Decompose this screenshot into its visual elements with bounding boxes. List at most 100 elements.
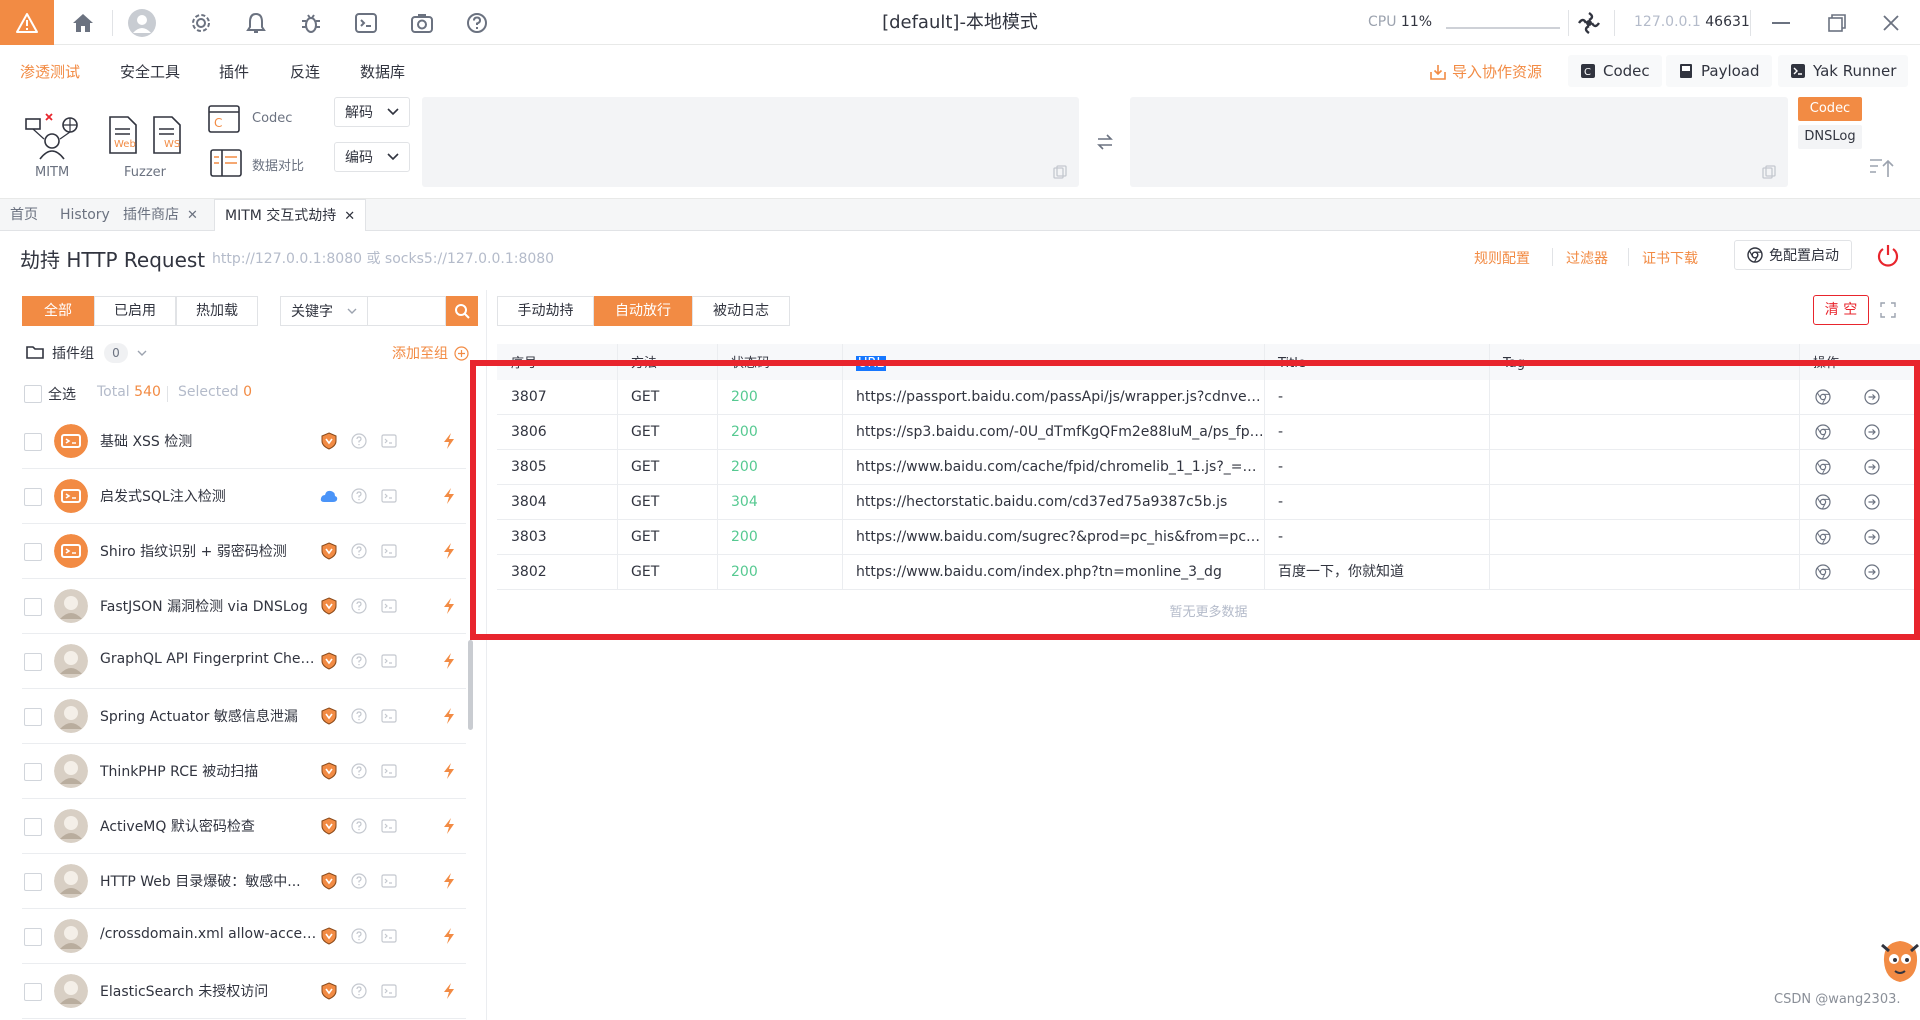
terminal-icon[interactable] [380,652,398,670]
plugin-item[interactable]: 启发式SQL注入检测 [22,469,466,524]
plugin-item[interactable]: Shiro 指纹识别 + 弱密码检测 [22,524,466,579]
chrome-icon[interactable] [1815,459,1831,475]
plugin-checkbox[interactable] [24,873,42,891]
help-icon[interactable] [350,432,368,450]
filter-hot-reload[interactable]: 热加载 [176,296,258,326]
engine-icon[interactable] [1576,0,1602,45]
plugin-item[interactable]: ActiveMQ 默认密码检查 [22,799,466,854]
help-icon[interactable] [350,597,368,615]
plugin-item[interactable]: 基础 XSS 检测 [22,414,466,469]
plugin-item[interactable]: HTTP Web 目录爆破：敏感中... [22,854,466,909]
lightning-icon[interactable] [440,542,458,560]
help-icon[interactable] [350,927,368,945]
swap-icon[interactable] [1096,133,1114,151]
codec-tool-label[interactable]: Codec [252,111,292,126]
arrow-right-circle-icon[interactable] [1864,389,1880,405]
search-input[interactable] [368,296,446,326]
filter-link[interactable]: 过滤器 [1566,248,1608,268]
plugin-item[interactable]: Spring Actuator 敏感信息泄漏 [22,689,466,744]
rule-config-link[interactable]: 规则配置 [1474,248,1530,268]
dnslog-side-button[interactable]: DNSLog [1798,125,1862,149]
lightning-icon[interactable] [440,707,458,725]
help-icon[interactable] [350,817,368,835]
import-collab-button[interactable]: 导入协作资源 [1430,61,1542,82]
restore-icon[interactable] [1822,0,1852,45]
tab-mitm[interactable]: MITM 交互式劫持 ✕ [214,199,367,231]
codec-tool-icon[interactable]: C [208,105,240,135]
help-icon[interactable] [350,762,368,780]
plugin-checkbox[interactable] [24,598,42,616]
terminal-icon[interactable] [380,432,398,450]
chevron-down-icon[interactable] [137,350,147,356]
lightning-icon[interactable] [440,817,458,835]
filter-enabled[interactable]: 已启用 [94,296,176,326]
menu-security-tools[interactable]: 安全工具 [120,61,180,82]
help-icon[interactable] [350,872,368,890]
col-method[interactable]: 方法 [617,344,717,380]
col-tag[interactable]: Tag [1489,344,1799,380]
menu-reverse[interactable]: 反连 [290,61,320,82]
terminal-icon[interactable] [380,817,398,835]
table-row[interactable]: 3804 GET 304 https://hectorstatic.baidu.com… [497,485,1920,520]
chrome-icon[interactable] [1815,494,1831,510]
subtab-passive-log[interactable]: 被动日志 [692,296,790,326]
table-row[interactable]: 3802 GET 200 https://www.baidu.com/index.ph… [497,555,1920,590]
warning-icon[interactable] [0,0,54,45]
plugin-item[interactable]: ElasticSearch 未授权访问 [22,964,466,1019]
menu-database[interactable]: 数据库 [360,61,405,82]
no-config-start-button[interactable]: 免配置启动 [1734,240,1852,270]
arrow-right-circle-icon[interactable] [1864,494,1880,510]
col-title[interactable]: Title [1264,344,1489,380]
plugin-checkbox[interactable] [24,928,42,946]
terminal-icon[interactable] [353,0,379,45]
tab-close-icon[interactable]: ✕ [344,209,355,224]
avatar[interactable] [126,0,158,45]
plugin-checkbox[interactable] [24,543,42,561]
lightning-icon[interactable] [440,982,458,1000]
camera-icon[interactable] [409,0,435,45]
arrow-right-circle-icon[interactable] [1864,459,1880,475]
bug-icon[interactable] [298,0,324,45]
arrow-right-circle-icon[interactable] [1864,564,1880,580]
help-icon[interactable] [350,652,368,670]
table-scrollbar[interactable] [501,634,1507,638]
codec-input-box[interactable] [422,97,1079,187]
subtab-auto-release[interactable]: 自动放行 [594,296,692,326]
arrow-right-circle-icon[interactable] [1864,424,1880,440]
collapse-up-icon[interactable] [1868,157,1894,179]
table-row[interactable]: 3806 GET 200 https://sp3.baidu.com/-0U_dTmf… [497,415,1920,450]
col-url[interactable]: URL [842,344,1264,380]
help-icon[interactable] [464,0,490,45]
tab-history[interactable]: History [50,199,120,231]
tab-close-icon[interactable]: ✕ [187,208,198,223]
tab-home[interactable]: 首页 [0,199,48,231]
menu-plugins[interactable]: 插件 [219,61,249,82]
lightning-icon[interactable] [440,652,458,670]
plugin-checkbox[interactable] [24,488,42,506]
subtab-manual-hijack[interactable]: 手动劫持 [497,296,594,326]
terminal-icon[interactable] [380,762,398,780]
arrow-right-circle-icon[interactable] [1864,529,1880,545]
menu-penetration-test[interactable]: 渗透测试 [20,61,80,82]
yak-runner-button[interactable]: Yak Runner [1778,55,1909,87]
plugin-checkbox[interactable] [24,818,42,836]
terminal-icon[interactable] [380,487,398,505]
plugin-item[interactable]: FastJSON 漏洞检测 via DNSLog [22,579,466,634]
payload-button[interactable]: Payload [1666,55,1772,87]
plugin-item[interactable]: GraphQL API Fingerprint Chec... [22,634,466,689]
terminal-icon[interactable] [380,707,398,725]
codec-button[interactable]: C Codec [1568,55,1662,87]
chrome-icon[interactable] [1815,424,1831,440]
terminal-icon[interactable] [380,542,398,560]
col-status[interactable]: 状态码 [717,344,842,380]
web-fuzzer-icon[interactable]: Web [106,115,140,155]
close-icon[interactable] [1876,0,1906,45]
copy-icon[interactable] [1053,165,1067,179]
lightning-icon[interactable] [440,432,458,450]
chrome-icon[interactable] [1815,529,1831,545]
chrome-icon[interactable] [1815,389,1831,405]
help-icon[interactable] [350,707,368,725]
data-compare-icon[interactable] [210,149,242,179]
search-button[interactable] [446,296,478,326]
keyword-select[interactable]: 关键字 [280,296,368,326]
